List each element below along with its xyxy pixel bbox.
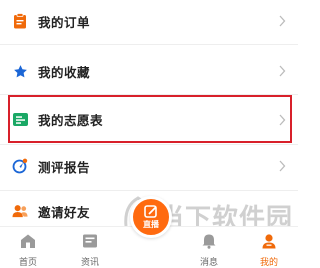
menu-item-favorites[interactable]: 我的收藏 (0, 48, 298, 94)
chevron-right-icon (279, 15, 286, 27)
home-icon (21, 234, 35, 248)
menu-item-label: 测评报告 (38, 159, 91, 175)
menu-item-assessment-report[interactable]: 测评报告 (0, 143, 298, 189)
chevron-right-icon (279, 160, 286, 172)
divider (0, 190, 298, 191)
tab-news[interactable]: 资讯 (65, 227, 115, 268)
news-icon (83, 234, 97, 248)
tab-messages[interactable]: 消息 (184, 227, 234, 268)
clipboard-icon (12, 13, 28, 29)
chevron-right-icon (279, 65, 286, 77)
tab-label: 首页 (18, 258, 37, 268)
star-icon (12, 63, 28, 79)
user-icon (262, 234, 276, 249)
live-button[interactable]: 直播 (130, 196, 172, 238)
menu-item-label: 邀请好友 (38, 204, 91, 220)
tab-label: 我的 (259, 258, 278, 268)
friends-icon (12, 203, 28, 219)
highlight-box (8, 95, 292, 143)
menu-item-orders[interactable]: 我的订单 (0, 0, 298, 42)
tab-label: 消息 (199, 258, 218, 268)
menu-item-label: 我的订单 (38, 14, 91, 30)
menu-item-label: 我的收藏 (38, 64, 91, 80)
live-label: 直播 (143, 219, 159, 229)
live-edit-icon (144, 204, 157, 218)
bell-icon (202, 234, 216, 249)
tab-home[interactable]: 首页 (3, 227, 53, 268)
compass-icon (12, 158, 28, 174)
divider (0, 44, 298, 45)
tab-label: 资讯 (80, 258, 99, 268)
tab-mine[interactable]: 我的 (244, 227, 294, 268)
